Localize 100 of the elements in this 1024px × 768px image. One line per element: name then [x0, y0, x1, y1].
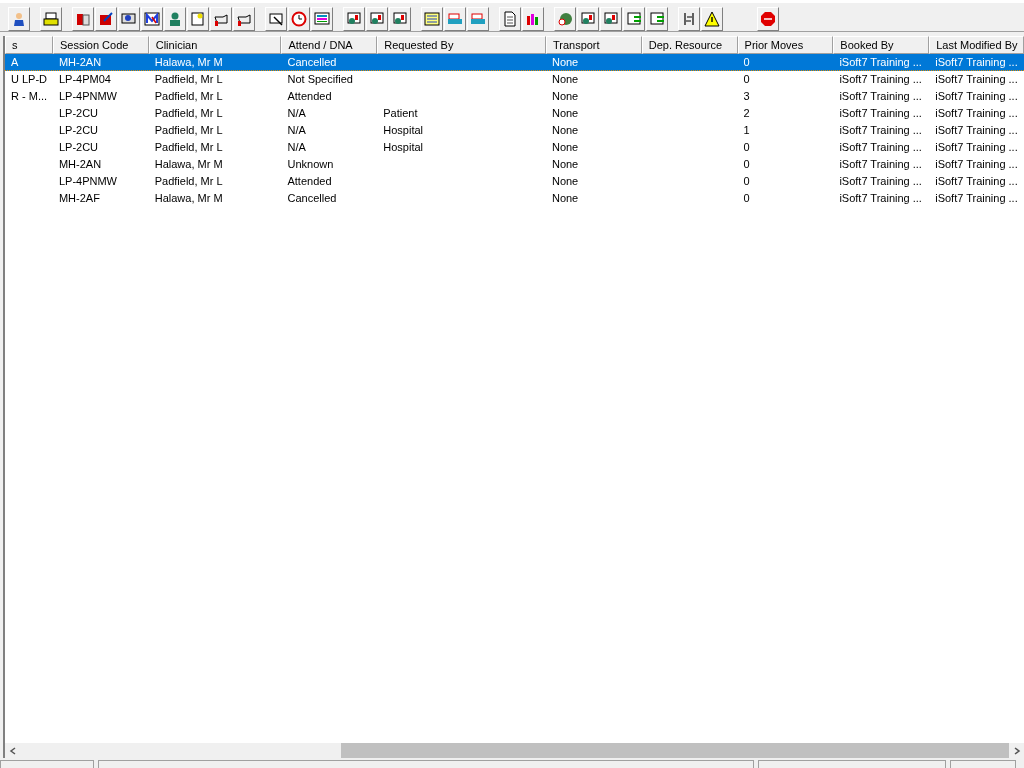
pen-icon: [268, 11, 284, 27]
toolbar-button[interactable]: [95, 7, 117, 31]
table-cell: None: [551, 141, 579, 153]
toolbar-button[interactable]: [554, 7, 576, 31]
column-header[interactable]: Attend / DNA: [281, 36, 378, 54]
table-cell: iSoft7 Training ...: [839, 107, 922, 119]
card-icon: [392, 11, 408, 27]
table-cell: iSoft7 Training ...: [935, 141, 1018, 153]
table-cell: iSoft7 Training ...: [935, 192, 1018, 204]
warning-icon: [704, 11, 720, 27]
toolbar-button[interactable]: [701, 7, 723, 31]
letter-m-icon: [144, 11, 160, 27]
table-cell: Halawa, Mr M: [154, 158, 223, 170]
table-cell: None: [551, 56, 579, 68]
table-row[interactable]: A MH-2AN Halawa, Mr M Cancelled None 0 iSoft7 Training ... iSoft7 Training ...: [5, 54, 1024, 71]
column-header[interactable]: Clinician: [148, 36, 282, 54]
column-header[interactable]: Requested By: [377, 36, 546, 54]
column-header[interactable]: Dep. Resource: [641, 36, 738, 54]
toolbar-button[interactable]: [210, 7, 232, 31]
toolbar-button[interactable]: [233, 7, 255, 31]
card-icon: [580, 11, 596, 27]
printer-icon: [43, 11, 59, 27]
table-cell: 0: [743, 158, 750, 170]
notepad-icon: [98, 11, 114, 27]
table-cell: Halawa, Mr M: [154, 192, 223, 204]
table-cell: iSoft7 Training ...: [935, 90, 1018, 102]
table-cell: 0: [743, 192, 750, 204]
table-cell: Unknown: [287, 158, 334, 170]
toolbar-button[interactable]: [141, 7, 163, 31]
scrollbar-thumb[interactable]: [341, 743, 1009, 758]
bed-icon: [447, 11, 463, 27]
table-cell: Patient: [383, 107, 418, 119]
column-header[interactable]: Last Modified By: [929, 36, 1024, 54]
toolbar-button[interactable]: [164, 7, 186, 31]
horizontal-scrollbar[interactable]: [5, 743, 1024, 758]
table-cell: None: [551, 73, 579, 85]
table-cell: Hospital: [383, 124, 424, 136]
table-cell: Cancelled: [287, 192, 337, 204]
table-cell: Padfield, Mr L: [154, 175, 223, 187]
table-cell: None: [551, 90, 579, 102]
book-icon: [75, 11, 91, 27]
table-cell: iSoft7 Training ...: [839, 175, 922, 187]
toolbar-button[interactable]: [8, 7, 30, 31]
table-cell: N/A: [287, 141, 306, 153]
table-cell: Cancelled: [287, 56, 337, 68]
toolbar-button[interactable]: [389, 7, 411, 31]
table-cell: None: [551, 175, 579, 187]
column-header[interactable]: Transport: [545, 36, 642, 54]
table-cell: LP-2CU: [58, 141, 99, 153]
card-icon: [369, 11, 385, 27]
table-cell: Hospital: [383, 141, 424, 153]
table-cell: Padfield, Mr L: [154, 141, 223, 153]
table-cell: LP-2CU: [58, 107, 99, 119]
toolbar-button[interactable]: [366, 7, 388, 31]
surgeon-icon: [167, 11, 183, 27]
toolbar-button[interactable]: [678, 7, 700, 31]
table-cell: iSoft7 Training ...: [935, 175, 1018, 187]
column-header[interactable]: s: [5, 36, 53, 54]
toolbar-button[interactable]: [757, 7, 779, 31]
table-cell: Padfield, Mr L: [154, 124, 223, 136]
table-cell: Attended: [287, 90, 332, 102]
column-header[interactable]: Session Code: [52, 36, 149, 54]
table-cell: LP-4PNMW: [58, 90, 117, 102]
monitor-icon: [314, 11, 330, 27]
scroll-left-icon[interactable]: [8, 746, 17, 755]
table-cell: 0: [743, 73, 750, 85]
table-cell: MH-2AN: [58, 56, 102, 68]
scroll-right-icon[interactable]: [1012, 746, 1021, 755]
table-cell: None: [551, 107, 579, 119]
table-cell: iSoft7 Training ...: [935, 56, 1018, 68]
toolbar-button[interactable]: [343, 7, 365, 31]
toolbar-button[interactable]: [288, 7, 310, 31]
table-cell: Attended: [287, 175, 332, 187]
table-cell: 0: [743, 141, 750, 153]
table-cell: Padfield, Mr L: [154, 73, 223, 85]
page-icon: [190, 11, 206, 27]
table-cell: N/A: [287, 107, 306, 119]
table-cell: None: [551, 158, 579, 170]
toolbar-button[interactable]: [265, 7, 287, 31]
table-cell: N/A: [287, 124, 306, 136]
toolbar-button[interactable]: [40, 7, 62, 31]
table-cell: MH-2AF: [58, 192, 100, 204]
memo-icon: [424, 11, 440, 27]
table-cell: iSoft7 Training ...: [839, 90, 922, 102]
table-cell: iSoft7 Training ...: [935, 124, 1018, 136]
card-icon: [346, 11, 362, 27]
toolbar-button[interactable]: [522, 7, 544, 31]
column-header[interactable]: Booked By: [833, 36, 930, 54]
stop-sign-icon: [760, 11, 776, 27]
column-header[interactable]: Prior Moves: [737, 36, 834, 54]
toolbar-button[interactable]: [118, 7, 140, 31]
toolbar-button[interactable]: [577, 7, 599, 31]
table-cell: 0: [743, 175, 750, 187]
bar-chart-icon: [525, 11, 541, 27]
table-cell: iSoft7 Training ...: [839, 141, 922, 153]
globe-icon: [557, 11, 573, 27]
table-cell: Not Specified: [287, 73, 353, 85]
toolbar-button[interactable]: [72, 7, 94, 31]
toolbar-button[interactable]: [600, 7, 622, 31]
table-cell: iSoft7 Training ...: [935, 73, 1018, 85]
